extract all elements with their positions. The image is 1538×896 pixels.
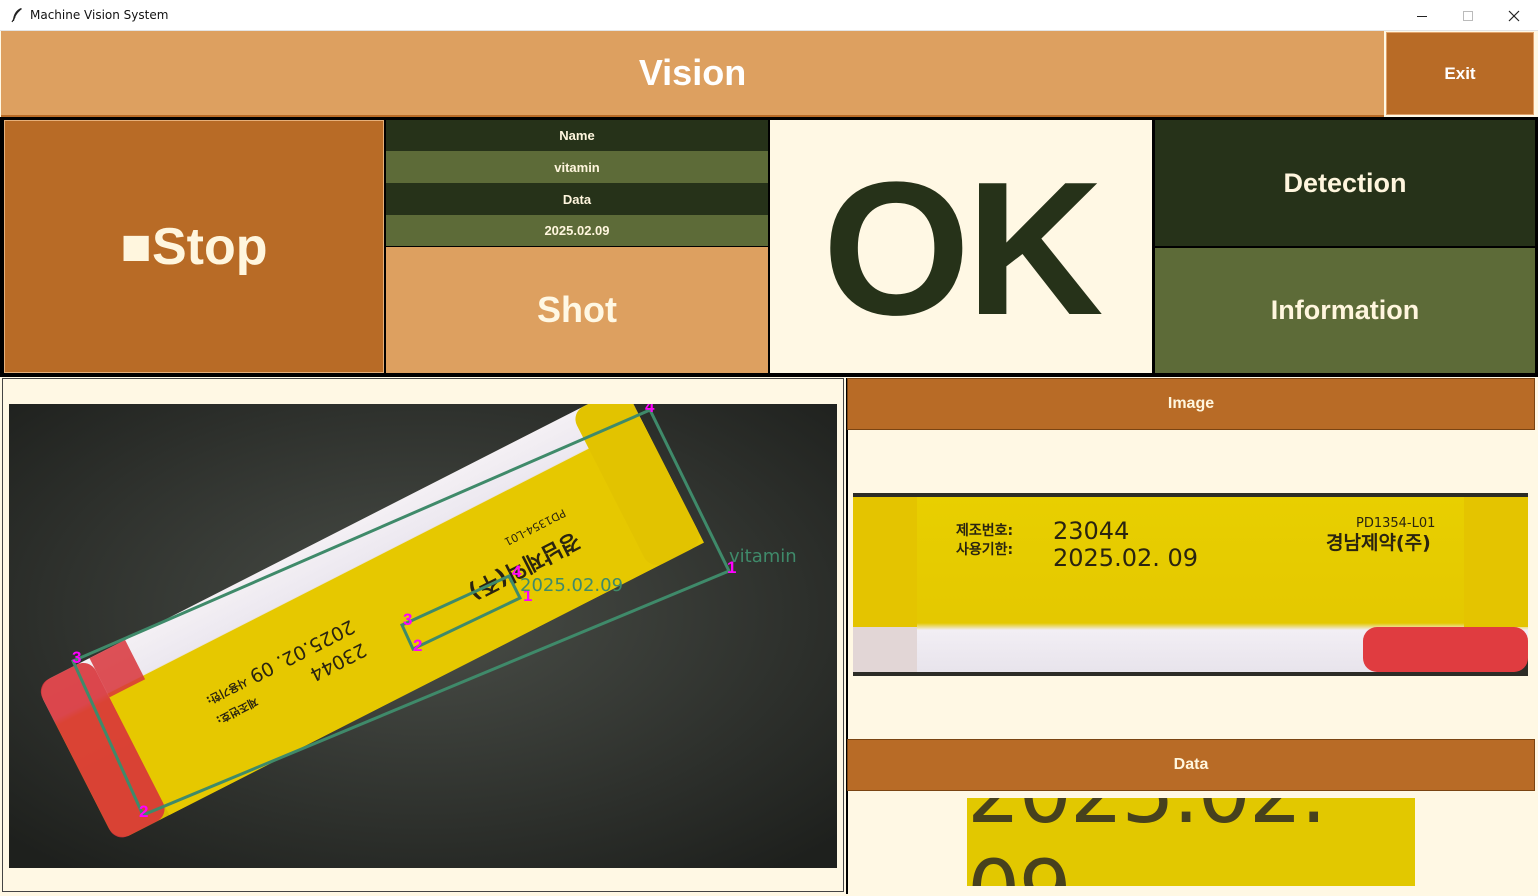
crop-field1: 제조번호:: [956, 523, 1013, 539]
window-title: Machine Vision System: [30, 8, 169, 22]
crop-code: PD1354-L01: [1356, 516, 1435, 531]
result-status: OK: [822, 142, 1104, 355]
data-value: 2025.02.09: [386, 215, 768, 246]
stop-button[interactable]: ■Stop: [4, 120, 384, 373]
crop-brand: 경남제약(주): [1326, 532, 1431, 554]
crop-field2: 사용기한:: [956, 542, 1013, 558]
name-value: vitamin: [386, 151, 768, 183]
date-corner-label-2: 2: [413, 636, 422, 655]
date-crop-image: 2025.02. 09: [967, 798, 1415, 886]
shot-button[interactable]: Shot: [386, 247, 768, 373]
corner-label-2: 2: [139, 802, 148, 821]
data-section-header: Data: [847, 739, 1535, 791]
page-title: Vision: [638, 52, 747, 93]
maximize-icon[interactable]: [1445, 0, 1491, 31]
header-bar: Vision: [1, 31, 1384, 117]
minimize-icon[interactable]: [1399, 0, 1445, 31]
close-icon[interactable]: [1491, 0, 1537, 31]
name-header: Name: [386, 120, 768, 151]
overlay-date-label: 2025.02.09: [520, 575, 623, 596]
camera-feed: 경남제약(주) PD1354-L01 23044 2025.02. 09 제조번…: [9, 404, 837, 868]
date-crop-text: 2025.02. 09: [967, 798, 1415, 886]
exit-button[interactable]: Exit: [1386, 32, 1534, 115]
date-corner-label-3: 3: [403, 610, 412, 629]
result-panel: OK: [770, 120, 1152, 373]
image-section-header: Image: [847, 378, 1535, 430]
data-header: Data: [386, 183, 768, 215]
stop-label: ■Stop: [120, 217, 268, 276]
corner-label-4: 4: [645, 404, 655, 416]
information-button[interactable]: Information: [1155, 248, 1535, 373]
crop-date: 2025.02. 09: [1053, 544, 1198, 572]
window-titlebar: [0, 0, 1538, 31]
corner-label-3: 3: [72, 648, 81, 667]
detection-button[interactable]: Detection: [1155, 120, 1535, 246]
overlay-name-label: vitamin: [729, 546, 797, 567]
feather-icon: [10, 7, 24, 23]
cropped-package-image: 제조번호: 사용기한: 23044 2025.02. 09 PD1354-L01…: [853, 493, 1528, 676]
crop-lot: 23044: [1053, 517, 1129, 545]
